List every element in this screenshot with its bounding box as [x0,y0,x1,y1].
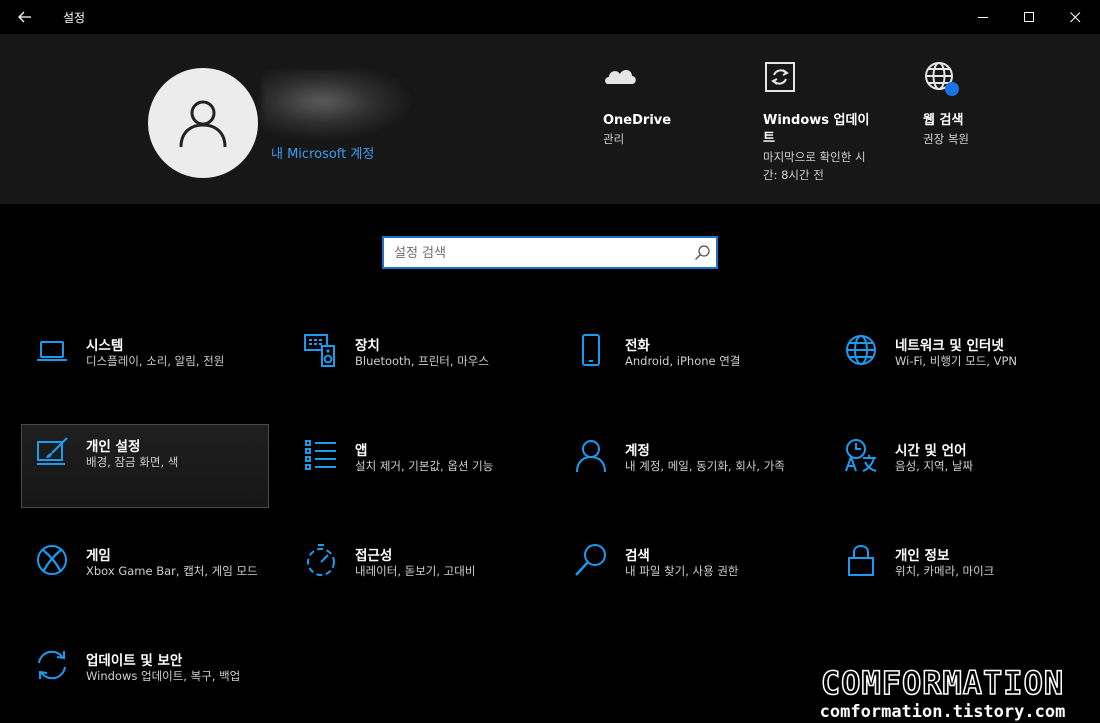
tile-ease-of-access[interactable]: 접근성 내레이터, 돋보기, 고대비 [291,534,539,618]
tile-subtitle: 디스플레이, 소리, 알림, 전원 [86,354,225,368]
watermark-brand: COMFORMATION [820,663,1065,703]
tile-title: 게임 [86,548,111,564]
tile-system[interactable]: 시스템 디스플레이, 소리, 알림, 전원 [22,324,270,408]
tile-subtitle: 내 파일 찾기, 사용 권한 [625,564,739,578]
devices-icon [304,334,335,367]
microsoft-account-link[interactable]: 내 Microsoft 계정 [271,143,374,162]
tile-subtitle: 배경, 잠금 화면, 색 [86,455,179,469]
header-item-title: Windows 업데이트 [763,113,870,146]
tile-title: 업데이트 및 보안 [86,653,183,669]
back-button[interactable] [10,4,40,30]
header-item-onedrive[interactable]: OneDrive 관리 [603,60,671,148]
tile-subtitle: Android, iPhone 연결 [625,354,741,368]
tile-search[interactable]: 검색 내 파일 찾기, 사용 권한 [561,534,809,618]
onedrive-icon [605,70,636,84]
avatar[interactable] [148,68,258,178]
tile-update-security[interactable]: 업데이트 및 보안 Windows 업데이트, 복구, 백업 [22,639,270,723]
tile-personalization[interactable]: 개인 설정 배경, 잠금 화면, 색 [21,424,269,508]
tile-title: 개인 정보 [895,548,950,564]
search-icon[interactable] [694,244,711,261]
tile-title: 접근성 [355,548,393,564]
laptop-icon [37,341,67,361]
xbox-icon [37,545,67,575]
tile-title: 전화 [625,338,650,354]
apps-icon [305,440,336,470]
header-item-web-search[interactable]: 웹 검색 권장 복원 [923,60,969,148]
maximize-icon [1023,11,1034,22]
tile-subtitle: 내 계정, 메일, 동기화, 회사, 가족 [625,459,785,473]
settings-search-box[interactable] [382,236,718,269]
tile-accounts[interactable]: 계정 내 계정, 메일, 동기화, 회사, 가족 [561,429,809,513]
minimize-button[interactable] [960,0,1006,34]
title-bar: 설정 [0,0,1100,34]
tile-privacy[interactable]: 개인 정보 위치, 카메라, 마이크 [831,534,1079,618]
personalization-icon [37,437,68,465]
person-icon [576,440,606,473]
tile-subtitle: 설치 제거, 기본값, 옵션 기능 [355,459,494,473]
header-item-subtitle: 권장 복원 [923,132,969,146]
tile-subtitle: Bluetooth, 프린터, 마우스 [355,354,489,368]
windows-update-icon [765,62,795,92]
header-item-windows-update[interactable]: Windows 업데이트 마지막으로 확인한 시간: 8시간 전 [763,60,875,184]
tile-title: 개인 설정 [86,439,141,455]
lock-icon [848,545,874,576]
tile-title: 시스템 [86,338,124,354]
tile-title: 시간 및 언어 [895,443,967,459]
window-title: 설정 [63,11,86,25]
tile-subtitle: Wi-Fi, 비행기 모드, VPN [895,354,1018,368]
tile-subtitle: Xbox Game Bar, 캡처, 게임 모드 [86,564,258,578]
tile-title: 장치 [355,338,380,354]
tile-subtitle: Windows 업데이트, 복구, 백업 [86,669,241,683]
settings-search-input[interactable] [392,242,686,264]
phone-icon [582,334,600,366]
maximize-button[interactable] [1006,0,1052,34]
blurred-account-name [262,70,412,140]
tile-subtitle: 위치, 카메라, 마이크 [895,564,995,578]
tile-phone[interactable]: 전화 Android, iPhone 연결 [561,324,809,408]
tile-devices[interactable]: 장치 Bluetooth, 프린터, 마우스 [291,324,539,408]
header-item-subtitle: 관리 [603,132,625,146]
update-security-icon [38,650,66,680]
tile-apps[interactable]: 앱 설치 제거, 기본값, 옵션 기능 [291,429,539,513]
tile-subtitle: 내레이터, 돋보기, 고대비 [355,564,476,578]
search-icon [575,544,606,576]
time-language-icon [845,439,877,472]
close-button[interactable] [1052,0,1098,34]
tile-title: 검색 [625,548,650,564]
tile-title: 네트워크 및 인터넷 [895,338,1004,354]
ease-of-access-icon [307,544,335,576]
close-icon [1069,11,1080,22]
header-item-subtitle: 마지막으로 확인한 시간: 8시간 전 [763,150,866,182]
header-item-title: OneDrive [603,113,672,128]
header-item-title: 웹 검색 [923,113,964,128]
tile-subtitle: 음성, 지역, 날짜 [895,459,974,473]
watermark-url: comformation.tistory.com [819,702,1066,722]
tile-title: 앱 [355,443,368,459]
tile-network[interactable]: 네트워크 및 인터넷 Wi-Fi, 비행기 모드, VPN [831,324,1079,408]
minimize-icon [977,16,988,18]
web-search-icon [925,62,959,96]
watermark: COMFORMATION comformation.tistory.com [795,663,1090,722]
user-icon [179,100,227,148]
back-arrow-icon [18,11,31,23]
tile-title: 계정 [625,443,650,459]
tile-time-language[interactable]: 시간 및 언어 음성, 지역, 날짜 [831,429,1079,513]
tile-gaming[interactable]: 게임 Xbox Game Bar, 캡처, 게임 모드 [22,534,270,618]
globe-icon [846,335,876,365]
